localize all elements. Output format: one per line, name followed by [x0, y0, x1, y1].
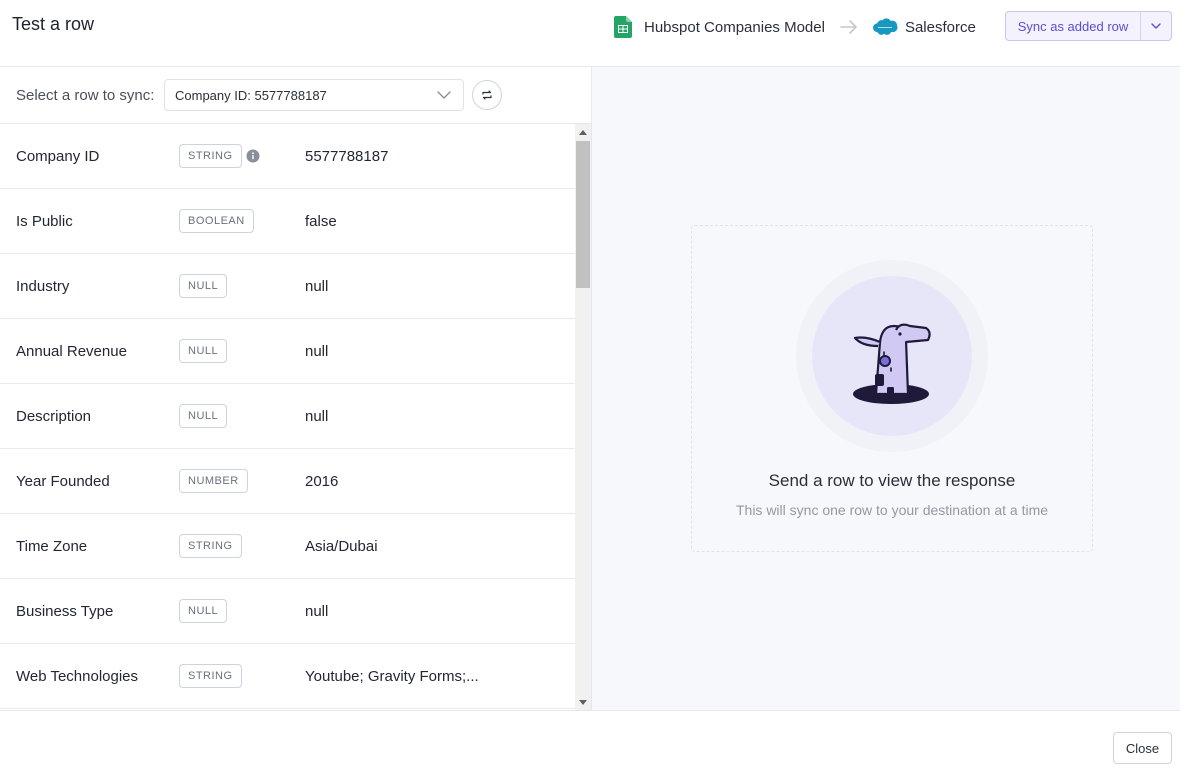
- table-row: Web Technologies STRING Youtube; Gravity…: [0, 644, 575, 709]
- field-type-badge: BOOLEAN: [179, 209, 254, 233]
- sync-options-dropdown-button[interactable]: [1141, 12, 1171, 40]
- row-select-dropdown[interactable]: Company ID: 5577788187: [164, 79, 464, 111]
- modal-title: Test a row: [12, 14, 95, 34]
- chevron-down-icon: [1151, 23, 1161, 29]
- table-row: Business Type NULL null: [0, 579, 575, 644]
- scroll-up-arrow-icon[interactable]: [575, 124, 591, 140]
- field-name: Time Zone: [16, 538, 88, 555]
- scroll-down-arrow-icon[interactable]: [575, 694, 591, 710]
- field-type-badge: NULL: [179, 404, 228, 428]
- field-value: null: [305, 343, 329, 360]
- field-name: Web Technologies: [16, 668, 139, 685]
- refresh-rows-button[interactable]: [472, 80, 502, 110]
- modal-footer: Close: [0, 710, 1180, 769]
- refresh-icon: [482, 90, 492, 100]
- response-panel: Send a row to view the response This wil…: [592, 67, 1180, 710]
- scrollbar-thumb[interactable]: [576, 141, 590, 288]
- field-type-badge: NULL: [179, 274, 228, 298]
- field-value: Youtube; Gravity Forms;...: [305, 668, 479, 685]
- field-name: Industry: [16, 278, 70, 295]
- empty-state-subtitle: This will sync one row to your destinati…: [735, 502, 1049, 518]
- field-name: Is Public: [16, 213, 73, 230]
- field-name: Company ID: [16, 148, 100, 165]
- row-selector-bar: Select a row to sync: Company ID: 557778…: [0, 67, 591, 124]
- empty-state-title: Send a row to view the response: [768, 471, 1016, 490]
- destination-name: Salesforce: [904, 18, 976, 36]
- table-row: Is Public BOOLEAN false: [0, 189, 575, 254]
- table-row: Time Zone STRING Asia/Dubai: [0, 514, 575, 579]
- table-row: Company ID STRING 5577788187: [0, 124, 575, 189]
- field-type-badge: STRING: [179, 144, 242, 168]
- row-fields-list: Company ID STRING 5577788187 Is Public B…: [0, 124, 575, 710]
- table-row: Industry NULL null: [0, 254, 575, 319]
- field-value: Asia/Dubai: [305, 538, 378, 555]
- sync-as-added-row-button[interactable]: Sync as added row: [1006, 12, 1141, 40]
- field-type-badge: STRING: [179, 534, 242, 558]
- field-name: Description: [16, 408, 92, 425]
- modal-header: Test a row Hubspot Companies Model Sales…: [0, 0, 1180, 67]
- field-type-badge: NULL: [179, 599, 228, 623]
- field-type-badge: NUMBER: [179, 469, 248, 493]
- google-sheets-icon: [614, 16, 632, 38]
- chevron-down-icon: [437, 91, 451, 99]
- source-model-name: Hubspot Companies Model: [644, 18, 825, 36]
- table-row: Year Founded NUMBER 2016: [0, 449, 575, 514]
- row-preview-panel: Select a row to sync: Company ID: 557778…: [0, 67, 592, 710]
- field-value: null: [305, 278, 329, 295]
- field-type-badge: NULL: [179, 339, 228, 363]
- field-value: 5577788187: [305, 148, 389, 165]
- field-value: false: [305, 213, 337, 230]
- table-row: Description NULL null: [0, 384, 575, 449]
- field-value: null: [305, 603, 329, 620]
- field-value: 2016: [305, 473, 339, 490]
- salesforce-icon: [872, 18, 898, 35]
- sync-flow: Hubspot Companies Model Salesforce: [614, 15, 976, 39]
- empty-state: Send a row to view the response This wil…: [691, 225, 1093, 552]
- lighthouse-illustration-icon: [853, 323, 931, 404]
- sync-split-button: Sync as added row: [1005, 11, 1172, 41]
- row-select-value: Company ID: 5577788187: [175, 87, 327, 103]
- field-name: Year Founded: [16, 473, 110, 490]
- rows-scrollbar[interactable]: [575, 124, 591, 710]
- info-icon[interactable]: [246, 149, 260, 163]
- field-name: Business Type: [16, 603, 114, 620]
- row-selector-label: Select a row to sync:: [16, 87, 155, 104]
- arrow-right-icon: [840, 20, 857, 34]
- empty-state-halo: [796, 260, 988, 452]
- field-value: null: [305, 408, 329, 425]
- table-row: Annual Revenue NULL null: [0, 319, 575, 384]
- field-type-badge: STRING: [179, 664, 242, 688]
- field-name: Annual Revenue: [16, 343, 127, 360]
- close-button[interactable]: Close: [1113, 732, 1172, 764]
